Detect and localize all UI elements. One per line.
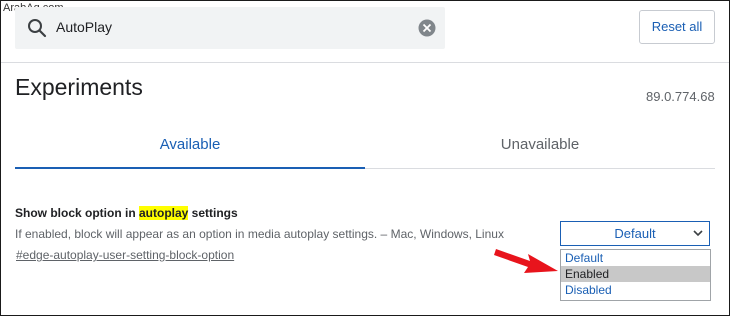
chevron-down-icon <box>693 230 703 237</box>
search-input[interactable] <box>56 16 396 38</box>
search-icon <box>28 19 47 38</box>
experiment-title: Show block option in autoplay settings <box>15 206 238 220</box>
experiment-description: If enabled, block will appear as an opti… <box>15 227 504 241</box>
dropdown-list: Default Enabled Disabled <box>560 249 711 301</box>
experiment-title-suffix: settings <box>188 206 238 220</box>
version-label: 89.0.774.68 <box>646 89 715 104</box>
option-disabled[interactable]: Disabled <box>561 282 710 298</box>
page-title: Experiments <box>15 74 143 100</box>
experiment-link[interactable]: #edge-autoplay-user-setting-block-option <box>16 248 234 262</box>
experiment-state-select[interactable]: Default <box>560 221 710 246</box>
select-value: Default <box>614 226 656 241</box>
option-enabled[interactable]: Enabled <box>561 266 710 282</box>
search-match-highlight: autoplay <box>139 206 189 220</box>
clear-icon[interactable] <box>418 19 436 37</box>
experiment-title-prefix: Show block option in <box>15 206 139 220</box>
reset-all-button[interactable]: Reset all <box>639 10 715 44</box>
tab-available[interactable]: Available <box>15 127 365 169</box>
option-default[interactable]: Default <box>561 250 710 266</box>
tab-unavailable[interactable]: Unavailable <box>365 127 715 169</box>
search-box[interactable] <box>15 7 445 49</box>
header-divider <box>1 62 729 63</box>
annotation-arrow-icon <box>494 249 558 273</box>
